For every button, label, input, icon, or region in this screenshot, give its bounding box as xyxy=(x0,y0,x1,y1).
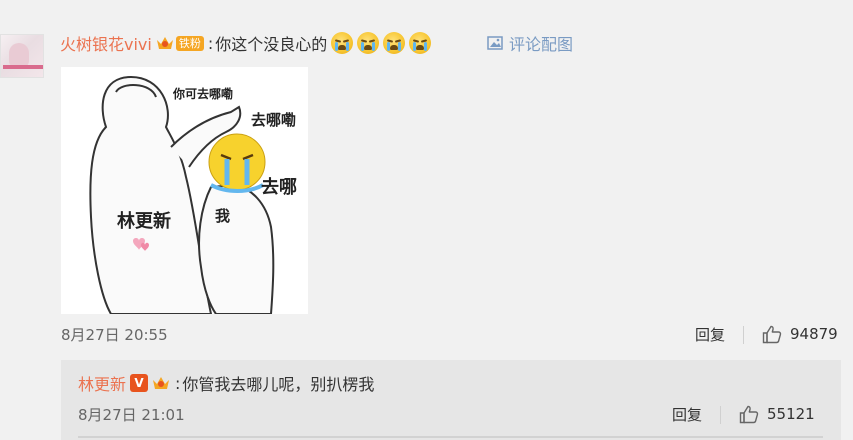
meme-label-left: 林更新 xyxy=(117,211,171,232)
meme-caption-mid: 去哪嘞 xyxy=(251,111,297,129)
reply-reply-button[interactable]: 回复 xyxy=(672,405,702,425)
comment-picture-link[interactable]: 评论配图 xyxy=(487,32,573,54)
meme-label-right: 我 xyxy=(215,207,231,225)
avatar-figure xyxy=(9,43,29,67)
like-button[interactable]: 94879 xyxy=(762,323,838,345)
reply-text: 你管我去哪儿呢，别扒楞我 xyxy=(182,375,375,394)
like-count: 94879 xyxy=(790,325,838,343)
meme-caption-top: 你可去哪嘞 xyxy=(173,87,234,101)
reply-colon: : xyxy=(175,373,181,393)
member-crown-icon[interactable] xyxy=(151,374,171,392)
reply-line: 林更新 V : 你管我去哪儿呢，别扒楞我 xyxy=(78,371,375,395)
reply-button[interactable]: 回复 xyxy=(695,325,725,345)
comment-line: 火树银花vivi 铁粉 : 你这个没良心的 xyxy=(60,31,432,55)
picture-link-label: 评论配图 xyxy=(509,35,574,54)
comment-date: 8月27日 20:55 xyxy=(61,326,168,344)
reply-username[interactable]: 林更新 xyxy=(78,371,126,395)
fan-badge[interactable]: 铁粉 xyxy=(175,35,204,51)
meme-caption-right: 去哪 xyxy=(261,177,297,198)
comment-colon: : xyxy=(207,33,214,53)
reply-like-count: 55121 xyxy=(767,405,815,423)
image-icon xyxy=(487,36,503,50)
thumbs-up-icon xyxy=(762,325,782,343)
crying-face-icon xyxy=(331,32,354,54)
user-avatar[interactable] xyxy=(0,34,44,78)
reply-meta-divider xyxy=(720,406,721,424)
reply-like-button[interactable]: 55121 xyxy=(739,403,815,425)
crying-face-icon xyxy=(383,32,406,54)
comment-meme-image[interactable]: 你可去哪嘞 去哪嘞 去哪 林更新 我 xyxy=(61,67,308,314)
thumbs-up-icon xyxy=(739,405,759,423)
reply-separator-line xyxy=(78,436,823,438)
comment-text: 你这个没良心的 xyxy=(215,35,328,54)
avatar-stripe xyxy=(3,65,43,69)
crying-face-icon xyxy=(409,32,432,54)
crying-face-icon xyxy=(357,32,380,54)
meta-divider xyxy=(743,326,744,344)
member-crown-icon[interactable] xyxy=(155,34,175,52)
comment-username[interactable]: 火树银花vivi xyxy=(60,31,152,55)
reply-date: 8月27日 21:01 xyxy=(78,406,185,424)
verified-badge[interactable]: V xyxy=(130,374,149,392)
